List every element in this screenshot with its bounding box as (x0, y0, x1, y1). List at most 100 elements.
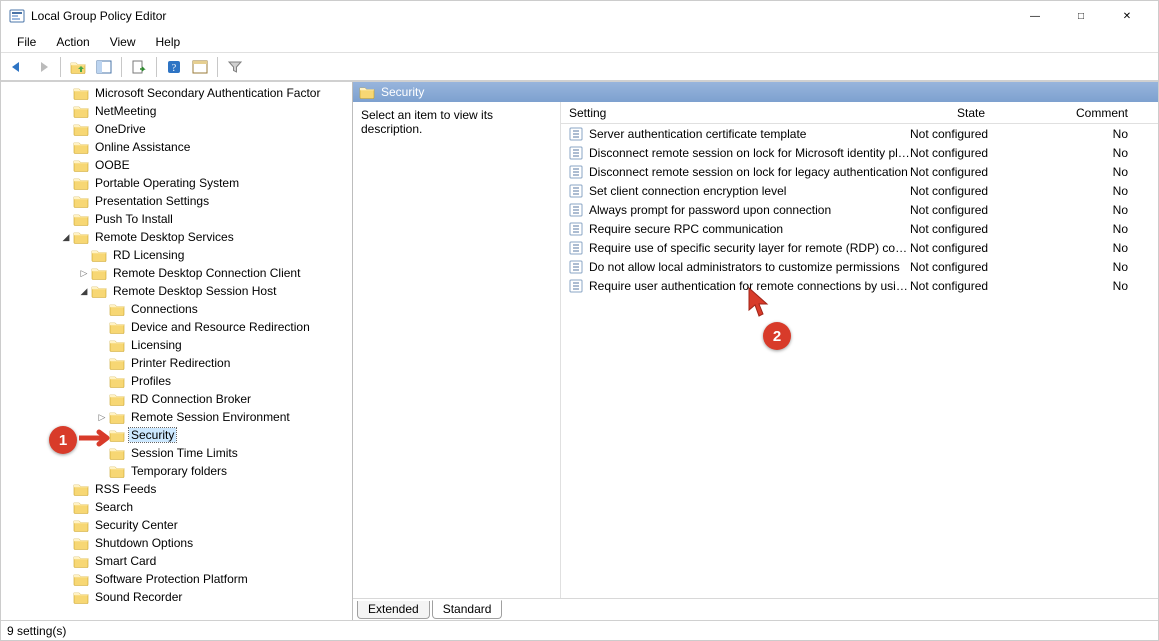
tree-item[interactable]: ◢ Remote Desktop Session Host (1, 282, 352, 300)
setting-state: Not configured (910, 184, 1040, 198)
tree-label: Connections (129, 302, 200, 316)
maximize-button[interactable]: □ (1058, 1, 1104, 31)
folder-icon (109, 464, 125, 478)
setting-row[interactable]: Server authentication certificate templa… (561, 124, 1158, 143)
close-button[interactable]: ✕ (1104, 1, 1150, 31)
window-title: Local Group Policy Editor (31, 9, 166, 23)
folder-icon (109, 338, 125, 352)
minimize-button[interactable]: — (1012, 1, 1058, 31)
tree-label: Portable Operating System (93, 176, 241, 190)
folder-icon (73, 140, 89, 154)
help-button[interactable]: ? (162, 56, 186, 78)
tree-item[interactable]: Connections (1, 300, 352, 318)
setting-comment: No (1040, 184, 1158, 198)
tree-scroll[interactable]: Microsoft Secondary Authentication Facto… (1, 82, 352, 620)
setting-row[interactable]: Require use of specific security layer f… (561, 238, 1158, 257)
app-icon (9, 8, 25, 24)
setting-comment: No (1040, 203, 1158, 217)
setting-row[interactable]: Require secure RPC communicationNot conf… (561, 219, 1158, 238)
setting-row[interactable]: Require user authentication for remote c… (561, 276, 1158, 295)
setting-comment: No (1040, 279, 1158, 293)
tree-label: Sound Recorder (93, 590, 184, 604)
menu-view[interactable]: View (100, 33, 146, 51)
tree-expander[interactable]: ◢ (77, 284, 91, 298)
tree-item[interactable]: ▷Remote Desktop Connection Client (1, 264, 352, 282)
setting-state: Not configured (910, 279, 1040, 293)
tree-expander[interactable]: ◢ (59, 230, 73, 244)
tree-item[interactable]: Sound Recorder (1, 588, 352, 606)
show-hide-tree-button[interactable] (92, 56, 116, 78)
setting-state: Not configured (910, 203, 1040, 217)
tree-item[interactable]: Presentation Settings (1, 192, 352, 210)
col-comment[interactable]: Comment (1036, 103, 1158, 123)
tree-label: Smart Card (93, 554, 158, 568)
menu-help[interactable]: Help (146, 33, 191, 51)
folder-icon (91, 284, 107, 298)
setting-name: Do not allow local administrators to cus… (589, 260, 910, 274)
setting-row[interactable]: Set client connection encryption levelNo… (561, 181, 1158, 200)
setting-row[interactable]: Do not allow local administrators to cus… (561, 257, 1158, 276)
tab-standard[interactable]: Standard (432, 600, 503, 619)
cursor-2 (747, 286, 773, 322)
tree-item[interactable]: ◢Remote Desktop Services (1, 228, 352, 246)
tree-item[interactable]: RSS Feeds (1, 480, 352, 498)
folder-icon (73, 572, 89, 586)
tree-item[interactable]: RD Connection Broker (1, 390, 352, 408)
tree-label: RD Licensing (111, 248, 186, 262)
properties-button[interactable] (188, 56, 212, 78)
forward-button[interactable] (31, 56, 55, 78)
setting-row[interactable]: Always prompt for password upon connecti… (561, 200, 1158, 219)
folder-icon (359, 85, 375, 99)
tree-item[interactable]: Search (1, 498, 352, 516)
tree-expander[interactable]: ▷ (77, 266, 91, 280)
setting-name: Always prompt for password upon connecti… (589, 203, 910, 217)
setting-name: Server authentication certificate templa… (589, 127, 910, 141)
content-area: Microsoft Secondary Authentication Facto… (1, 81, 1158, 620)
tree-label: Remote Desktop Session Host (111, 284, 278, 298)
callout-2: 2 (763, 322, 791, 350)
tree-item[interactable]: Software Protection Platform (1, 570, 352, 588)
tree-item[interactable]: RD Licensing (1, 246, 352, 264)
tree-item[interactable]: NetMeeting (1, 102, 352, 120)
tree-item[interactable]: Microsoft Secondary Authentication Facto… (1, 84, 352, 102)
menu-file[interactable]: File (7, 33, 46, 51)
folder-icon (73, 536, 89, 550)
folder-icon (73, 212, 89, 226)
tab-extended[interactable]: Extended (357, 601, 430, 619)
settings-list[interactable]: Setting State Comment Server authenticat… (561, 102, 1158, 598)
setting-row[interactable]: Disconnect remote session on lock for Mi… (561, 143, 1158, 162)
tree-item[interactable]: Push To Install (1, 210, 352, 228)
tree-item[interactable]: Smart Card (1, 552, 352, 570)
tree-item[interactable]: Profiles (1, 372, 352, 390)
tree-item[interactable]: Portable Operating System (1, 174, 352, 192)
tree-item[interactable]: ▷Remote Session Environment (1, 408, 352, 426)
tree-item[interactable]: Device and Resource Redirection (1, 318, 352, 336)
export-list-button[interactable] (127, 56, 151, 78)
folder-icon (73, 122, 89, 136)
setting-state: Not configured (910, 146, 1040, 160)
folder-icon (109, 392, 125, 406)
svg-text:?: ? (172, 63, 177, 74)
up-button[interactable] (66, 56, 90, 78)
tree-item[interactable]: Printer Redirection (1, 354, 352, 372)
tree-label: RSS Feeds (93, 482, 158, 496)
setting-comment: No (1040, 222, 1158, 236)
setting-row[interactable]: Disconnect remote session on lock for le… (561, 162, 1158, 181)
tree-item[interactable]: OOBE (1, 156, 352, 174)
col-setting[interactable]: Setting (561, 103, 906, 123)
tree-item[interactable]: Temporary folders (1, 462, 352, 480)
filter-button[interactable] (223, 56, 247, 78)
tree-item[interactable]: Shutdown Options (1, 534, 352, 552)
tree-item[interactable]: OneDrive (1, 120, 352, 138)
tree-label: OneDrive (93, 122, 148, 136)
setting-icon (569, 203, 585, 217)
tree-label: Online Assistance (93, 140, 192, 154)
back-button[interactable] (5, 56, 29, 78)
menu-action[interactable]: Action (46, 33, 99, 51)
tree-expander[interactable]: ▷ (95, 410, 109, 424)
tree-item[interactable]: Licensing (1, 336, 352, 354)
setting-name: Set client connection encryption level (589, 184, 910, 198)
col-state[interactable]: State (906, 103, 1036, 123)
tree-item[interactable]: Online Assistance (1, 138, 352, 156)
tree-item[interactable]: Security Center (1, 516, 352, 534)
